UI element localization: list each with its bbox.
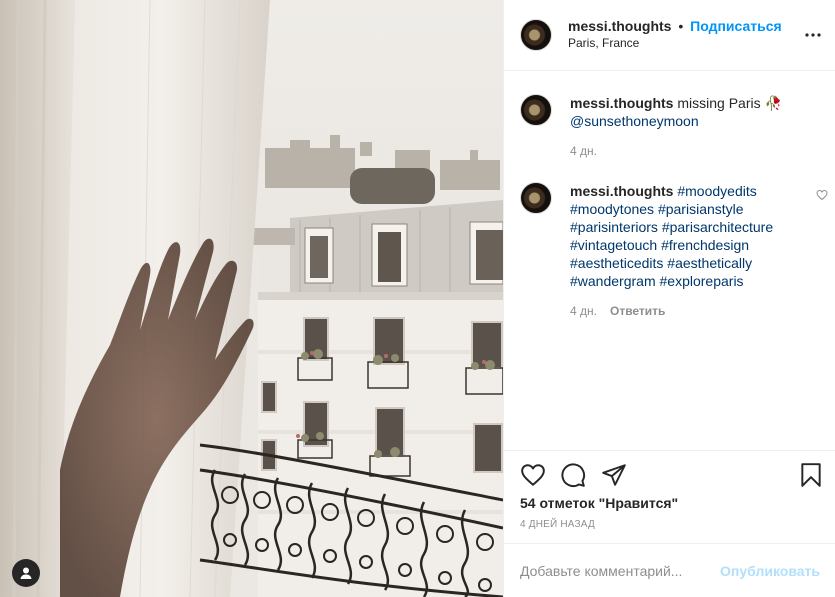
add-comment-bar: Опубликовать	[504, 543, 835, 597]
heart-icon	[521, 464, 545, 486]
like-button[interactable]	[520, 462, 546, 488]
avatar[interactable]	[520, 182, 552, 214]
hashtag-link[interactable]: #moodyedits	[677, 183, 756, 199]
user-tag-button[interactable]	[12, 559, 40, 587]
comment-like-button[interactable]	[816, 188, 828, 201]
caption-content: missing Paris 🥀	[673, 95, 782, 111]
mention-link[interactable]: @sunsethoneymoon	[570, 113, 699, 129]
post-side-panel: messi.thoughts • Подписаться Paris, Fran…	[503, 0, 835, 597]
hashtag-link[interactable]: #exploreparis	[660, 273, 744, 289]
comment-time[interactable]: 4 дн.	[570, 304, 597, 318]
instagram-post: messi.thoughts • Подписаться Paris, Fran…	[0, 0, 835, 597]
header-username[interactable]: messi.thoughts	[568, 18, 671, 34]
comment-button[interactable]	[560, 462, 586, 488]
hashtag-link[interactable]: #vintagetouch	[570, 237, 657, 253]
heart-outline-icon	[816, 189, 828, 201]
save-button[interactable]	[798, 462, 824, 488]
hashtag-link[interactable]: #moodytones	[570, 201, 654, 217]
comment-meta: 4 дн. Ответить	[570, 304, 665, 318]
post-header: messi.thoughts • Подписаться Paris, Fran…	[504, 0, 835, 71]
header-separator: •	[678, 18, 684, 34]
avatar[interactable]	[520, 94, 552, 126]
caption-comment: messi.thoughts missing Paris 🥀 @sunsetho…	[520, 94, 820, 174]
hashtag-text: messi.thoughts #moodyedits #moodytones #…	[570, 182, 810, 290]
hashtag-link[interactable]: #aestheticedits	[570, 255, 663, 271]
comments-list[interactable]: messi.thoughts missing Paris 🥀 @sunsetho…	[504, 72, 835, 450]
more-horizontal-icon	[805, 33, 821, 37]
hashtag-comment: messi.thoughts #moodyedits #moodytones #…	[520, 182, 828, 322]
hashtag-link[interactable]: #wandergram	[570, 273, 656, 289]
post-photo[interactable]	[0, 0, 503, 597]
caption-text: messi.thoughts missing Paris 🥀 @sunsetho…	[570, 94, 810, 130]
bookmark-icon	[801, 463, 821, 487]
comment-username[interactable]: messi.thoughts	[570, 95, 673, 111]
comment-time[interactable]: 4 дн.	[570, 144, 597, 158]
user-tag-icon	[20, 567, 32, 579]
photo-illustration	[0, 0, 503, 597]
avatar[interactable]	[520, 19, 552, 51]
header-user-line: messi.thoughts • Подписаться	[568, 18, 782, 35]
hashtag-link[interactable]: #parisianstyle	[658, 201, 744, 217]
comment-meta: 4 дн.	[570, 144, 597, 158]
action-bar	[504, 450, 835, 500]
more-options-button[interactable]	[804, 27, 822, 43]
paper-plane-icon	[602, 464, 626, 486]
header-text: messi.thoughts • Подписаться Paris, Fran…	[568, 18, 782, 52]
hashtag-link[interactable]: #frenchdesign	[661, 237, 749, 253]
share-button[interactable]	[601, 462, 627, 488]
reply-button[interactable]: Ответить	[610, 304, 665, 318]
hashtag-link[interactable]: #aesthetically	[667, 255, 752, 271]
hashtag-link[interactable]: #parisinteriors	[570, 219, 658, 235]
publish-button[interactable]: Опубликовать	[720, 563, 820, 579]
post-date[interactable]: 4 ДНЕЙ НАЗАД	[520, 519, 595, 530]
follow-button[interactable]: Подписаться	[690, 18, 782, 34]
hashtag-link[interactable]: #parisarchitecture	[662, 219, 773, 235]
location-link[interactable]: Paris, France	[568, 35, 782, 52]
comment-input[interactable]	[520, 562, 721, 579]
comment-bubble-icon	[561, 463, 586, 488]
comment-username[interactable]: messi.thoughts	[570, 183, 673, 199]
likes-count[interactable]: 54 отметок "Нравится"	[520, 495, 678, 511]
